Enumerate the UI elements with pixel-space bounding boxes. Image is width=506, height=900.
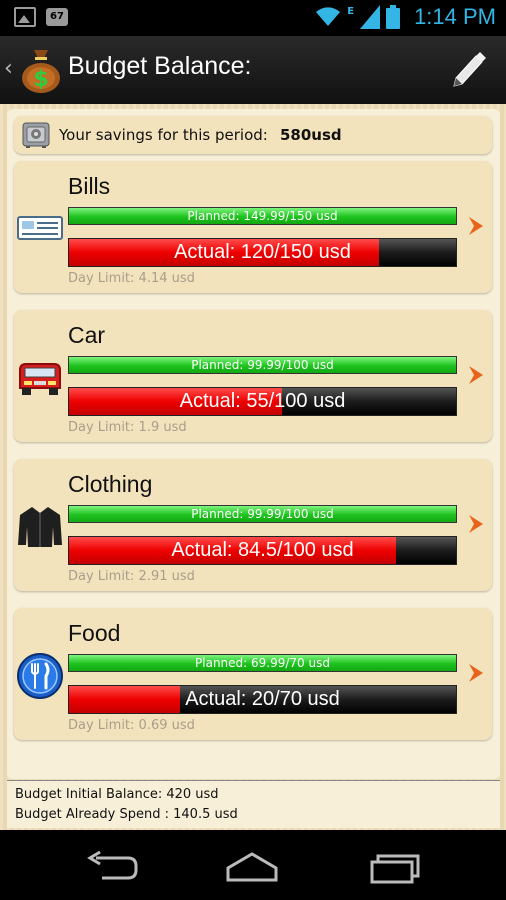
notification-badge: 67 [46,8,68,26]
pencil-icon[interactable] [448,48,490,90]
planned-text: Planned: 99.99/100 usd [191,358,334,372]
chevron-right-icon[interactable] [466,662,486,684]
category-name: Clothing [68,471,153,497]
actual-bar: Actual: 55/100 usd [68,387,457,416]
planned-bar: Planned: 149.99/150 usd [68,207,457,225]
car-icon [19,363,61,395]
wifi-icon [316,7,341,26]
planned-bar: Planned: 99.99/100 usd [68,505,457,523]
fork-knife-icon [17,653,63,699]
savings-summary: Your savings for this period: 580usd [14,116,492,154]
status-bar: 67 E 1:14 PM [0,0,506,36]
category-card-bills[interactable]: Bills Planned: 149.99/150 usd Actual: 12… [14,161,492,293]
category-name: Car [68,322,106,348]
action-bar: ‹ $ Budget Balance: [0,36,506,104]
actual-text: Actual: 84.5/100 usd [171,539,354,561]
actual-text: Actual: 120/150 usd [174,241,351,263]
day-limit: Day Limit: 0.69 usd [68,718,195,733]
back-chevron-icon[interactable]: ‹ [4,56,13,81]
svg-text:$: $ [33,67,48,92]
already-spend: Budget Already Spend : 140.5 usd [15,807,238,822]
recent-apps-icon[interactable] [364,850,424,884]
money-bag-icon[interactable]: $ [20,46,62,94]
category-card-clothing[interactable]: Clothing Planned: 99.99/100 usd Actual: … [14,459,492,591]
category-name: Food [68,620,121,646]
day-limit: Day Limit: 1.9 usd [68,420,187,435]
day-limit: Day Limit: 2.91 usd [68,569,195,584]
actual-text: Actual: 20/70 usd [185,688,340,710]
planned-text: Planned: 99.99/100 usd [191,507,334,521]
safe-icon [22,122,50,148]
page-title: Budget Balance: [68,52,252,80]
savings-label: Your savings for this period: [59,126,268,144]
gallery-icon [14,7,36,27]
planned-text: Planned: 69.99/70 usd [195,656,330,670]
chevron-right-icon[interactable] [466,513,486,535]
budget-footer: Budget Initial Balance: 420 usd Budget A… [7,780,500,828]
savings-value: 580usd [280,126,342,144]
category-name: Bills [68,173,111,199]
planned-text: Planned: 149.99/150 usd [187,209,338,223]
bills-icon [17,216,63,240]
planned-bar: Planned: 99.99/100 usd [68,356,457,374]
actual-text: Actual: 55/100 usd [179,390,346,412]
actual-bar: Actual: 20/70 usd [68,685,457,714]
day-limit: Day Limit: 4.14 usd [68,271,195,286]
back-icon[interactable] [82,850,142,884]
chevron-right-icon[interactable] [466,364,486,386]
actual-bar: Actual: 84.5/100 usd [68,536,457,565]
network-type: E [347,5,355,17]
home-icon[interactable] [222,850,282,884]
category-card-car[interactable]: Car Planned: 99.99/100 usd Actual: 55/10… [14,310,492,442]
navigation-bar [0,830,506,900]
signal-icon [360,5,381,29]
initial-balance: Budget Initial Balance: 420 usd [15,787,219,802]
clock: 1:14 PM [414,4,496,29]
category-card-food[interactable]: Food Planned: 69.99/70 usd Actual: 20/70… [14,608,492,740]
jacket-icon [18,507,62,547]
actual-bar: Actual: 120/150 usd [68,238,457,267]
planned-bar: Planned: 69.99/70 usd [68,654,457,672]
chevron-right-icon[interactable] [466,215,486,237]
battery-icon [386,5,401,29]
